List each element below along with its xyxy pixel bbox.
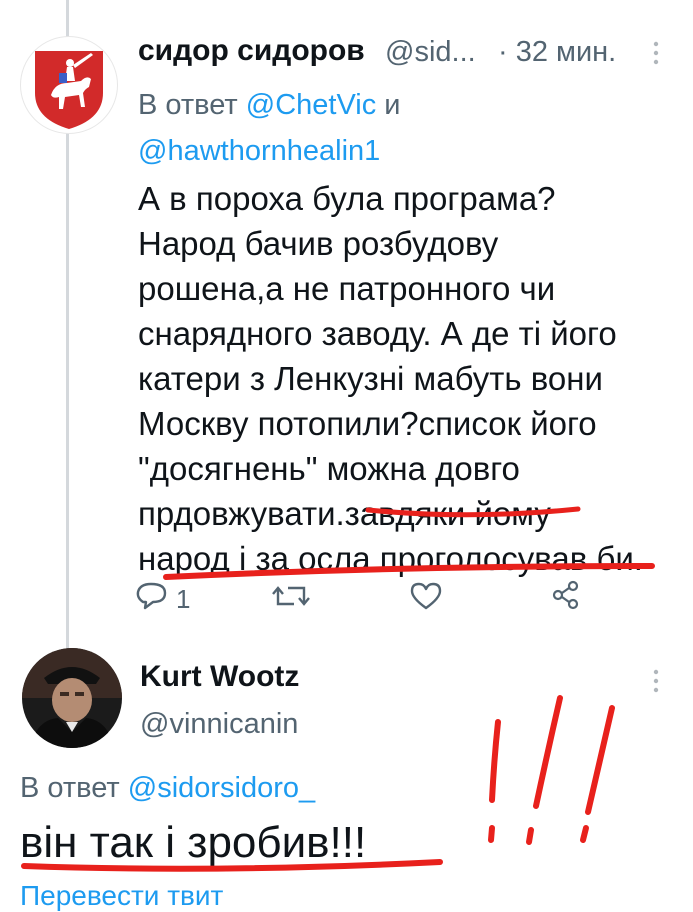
share-icon [552, 580, 579, 610]
retweet-button[interactable] [272, 582, 310, 610]
retweet-icon [272, 586, 310, 606]
translate-tweet-link[interactable]: Перевести твит [20, 880, 223, 912]
tweet2-author-name[interactable]: Kurt Wootz [140, 660, 299, 694]
reply-count: 1 [176, 584, 191, 614]
annotation-exclamation-marks [21, 695, 615, 872]
reply-icon [136, 582, 167, 610]
like-button[interactable] [410, 582, 442, 610]
annotation-underline-1 [163, 506, 655, 580]
like-icon [410, 582, 442, 610]
reply-button[interactable] [135, 580, 169, 610]
share-button[interactable] [552, 580, 580, 610]
